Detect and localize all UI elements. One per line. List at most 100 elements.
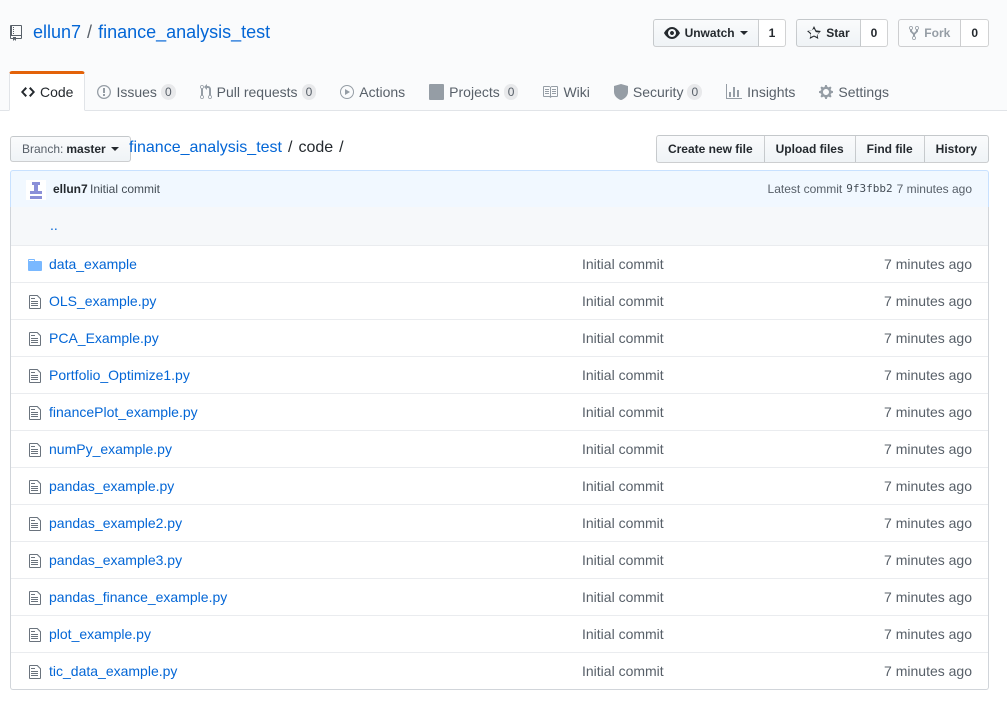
breadcrumb: finance_analysis_test / code / — [129, 139, 350, 157]
file-commit-message-link[interactable]: Initial commit — [582, 293, 664, 309]
file-name-link[interactable]: pandas_example3.py — [49, 552, 182, 568]
table-row[interactable]: PCA_Example.py Initial commit 7 minutes ag… — [11, 319, 988, 356]
tab-insights[interactable]: Insights — [714, 71, 807, 111]
fork-icon — [909, 25, 920, 41]
file-navigation: Branch: master finance_analysis_test / c… — [10, 135, 989, 163]
file-commit-message-link[interactable]: Initial commit — [582, 552, 664, 568]
unwatch-button[interactable]: Unwatch — [652, 19, 759, 47]
tab-wiki[interactable]: Wiki — [530, 71, 601, 111]
commit-message-link[interactable]: Initial commit — [90, 182, 160, 196]
file-name-link[interactable]: plot_example.py — [49, 626, 151, 642]
pull-request-icon — [199, 84, 212, 100]
file-commit-message-link[interactable]: Initial commit — [582, 515, 664, 531]
table-row[interactable]: numPy_example.py Initial commit 7 minutes … — [11, 430, 988, 467]
table-row[interactable]: pandas_example.py Initial commit 7 minutes… — [11, 467, 988, 504]
file-commit-message-link[interactable]: Initial commit — [582, 367, 664, 383]
file-actions: Create new file Upload files Find file H… — [655, 135, 989, 163]
tab-settings[interactable]: Settings — [807, 71, 901, 111]
create-new-file-button[interactable]: Create new file — [655, 135, 765, 163]
table-row[interactable]: pandas_finance_example.py Initial commit 7… — [11, 578, 988, 615]
file-name-link[interactable]: pandas_example.py — [49, 478, 174, 494]
file-commit-age: 7 minutes ago — [884, 441, 972, 457]
repo-owner-link[interactable]: ellun7 — [33, 22, 81, 43]
pull-requests-counter: 0 — [301, 84, 317, 100]
table-row[interactable]: tic_data_example.py Initial commit 7 minut… — [11, 652, 988, 689]
file-commit-age: 7 minutes ago — [884, 552, 972, 568]
table-row[interactable]: OLS_example.py Initial commit 7 minutes ag… — [11, 282, 988, 319]
tab-settings-label: Settings — [838, 84, 889, 100]
file-name-link[interactable]: data_example — [49, 256, 137, 272]
branch-select-button[interactable]: Branch: master — [10, 136, 131, 162]
tab-pull-requests[interactable]: Pull requests 0 — [188, 71, 329, 111]
file-name-link[interactable]: OLS_example.py — [49, 293, 156, 309]
star-label: Star — [826, 26, 850, 40]
chevron-down-icon — [110, 147, 119, 151]
file-name-link[interactable]: financePlot_example.py — [49, 404, 198, 420]
file-name-link[interactable]: PCA_Example.py — [49, 330, 159, 346]
file-commit-message-link[interactable]: Initial commit — [582, 626, 664, 642]
watch-count[interactable]: 1 — [758, 19, 787, 47]
find-file-button[interactable]: Find file — [854, 135, 925, 163]
file-commit-age: 7 minutes ago — [884, 663, 972, 679]
tab-security[interactable]: Security 0 — [602, 71, 714, 111]
file-commit-age: 7 minutes ago — [884, 478, 972, 494]
file-icon — [27, 331, 43, 347]
file-name-link[interactable]: Portfolio_Optimize1.py — [49, 367, 190, 383]
table-row[interactable]: Portfolio_Optimize1.py Initial commit 7 mi… — [11, 356, 988, 393]
breadcrumb-separator: / — [287, 139, 293, 156]
file-list: .. data_example Initial commit 7 minutes a… — [10, 207, 989, 690]
tab-issues[interactable]: Issues 0 — [85, 71, 187, 111]
repo-icon — [10, 24, 24, 41]
file-rows: data_example Initial commit 7 minutes ago O… — [11, 245, 988, 689]
fork-button[interactable]: Fork — [898, 19, 962, 47]
commit-sha-link[interactable]: 9f3fbb2 — [846, 182, 892, 196]
issue-icon — [97, 85, 112, 99]
branch-value: master — [66, 142, 106, 156]
table-row[interactable]: plot_example.py Initial commit 7 minutes a… — [11, 615, 988, 652]
graph-icon — [726, 84, 743, 99]
table-row[interactable]: pandas_example2.py Initial commit 7 minute… — [11, 504, 988, 541]
file-commit-message-link[interactable]: Initial commit — [582, 663, 664, 679]
repo-title: ellun7 / finance_analysis_test — [10, 22, 270, 43]
commit-author-link[interactable]: ellun7 — [53, 182, 88, 196]
file-commit-message-link[interactable]: Initial commit — [582, 404, 664, 420]
chevron-down-icon — [739, 31, 748, 35]
tab-insights-label: Insights — [747, 84, 796, 100]
parent-directory-row[interactable]: .. — [11, 207, 988, 245]
file-icon — [27, 405, 43, 421]
tab-projects[interactable]: Projects 0 — [417, 71, 530, 111]
file-name-link[interactable]: pandas_finance_example.py — [49, 589, 227, 605]
repo-name-link[interactable]: finance_analysis_test — [98, 22, 270, 43]
file-name-link[interactable]: tic_data_example.py — [49, 663, 177, 679]
tab-actions[interactable]: Actions — [328, 71, 417, 111]
file-commit-message-link[interactable]: Initial commit — [582, 478, 664, 494]
fork-label: Fork — [924, 26, 951, 40]
file-name-link[interactable]: numPy_example.py — [49, 441, 172, 457]
file-commit-age: 7 minutes ago — [884, 293, 972, 309]
file-commit-message-link[interactable]: Initial commit — [582, 589, 664, 605]
fork-count[interactable]: 0 — [961, 19, 989, 47]
table-row[interactable]: data_example Initial commit 7 minutes ago — [11, 245, 988, 282]
file-commit-age: 7 minutes ago — [884, 626, 972, 642]
file-icon — [27, 516, 43, 532]
tab-projects-label: Projects — [449, 84, 500, 100]
parent-directory-link[interactable]: .. — [50, 217, 58, 233]
file-icon — [27, 664, 43, 680]
history-button[interactable]: History — [923, 135, 989, 163]
tab-code[interactable]: Code — [9, 71, 86, 111]
file-commit-message-link[interactable]: Initial commit — [582, 256, 664, 272]
star-button[interactable]: Star — [796, 19, 861, 47]
file-name-link[interactable]: pandas_example2.py — [49, 515, 182, 531]
breadcrumb-repo-link[interactable]: finance_analysis_test — [129, 139, 282, 157]
shield-icon — [613, 84, 628, 100]
file-icon — [27, 294, 43, 310]
table-row[interactable]: pandas_example3.py Initial commit 7 minute… — [11, 541, 988, 578]
upload-files-button[interactable]: Upload files — [763, 135, 856, 163]
file-commit-message-link[interactable]: Initial commit — [582, 441, 664, 457]
star-count[interactable]: 0 — [860, 19, 889, 47]
tab-pull-requests-label: Pull requests — [216, 84, 298, 100]
file-commit-message-link[interactable]: Initial commit — [582, 330, 664, 346]
avatar[interactable] — [26, 180, 46, 200]
table-row[interactable]: financePlot_example.py Initial commit 7 mi… — [11, 393, 988, 430]
latest-commit-label: Latest commit — [767, 182, 843, 196]
